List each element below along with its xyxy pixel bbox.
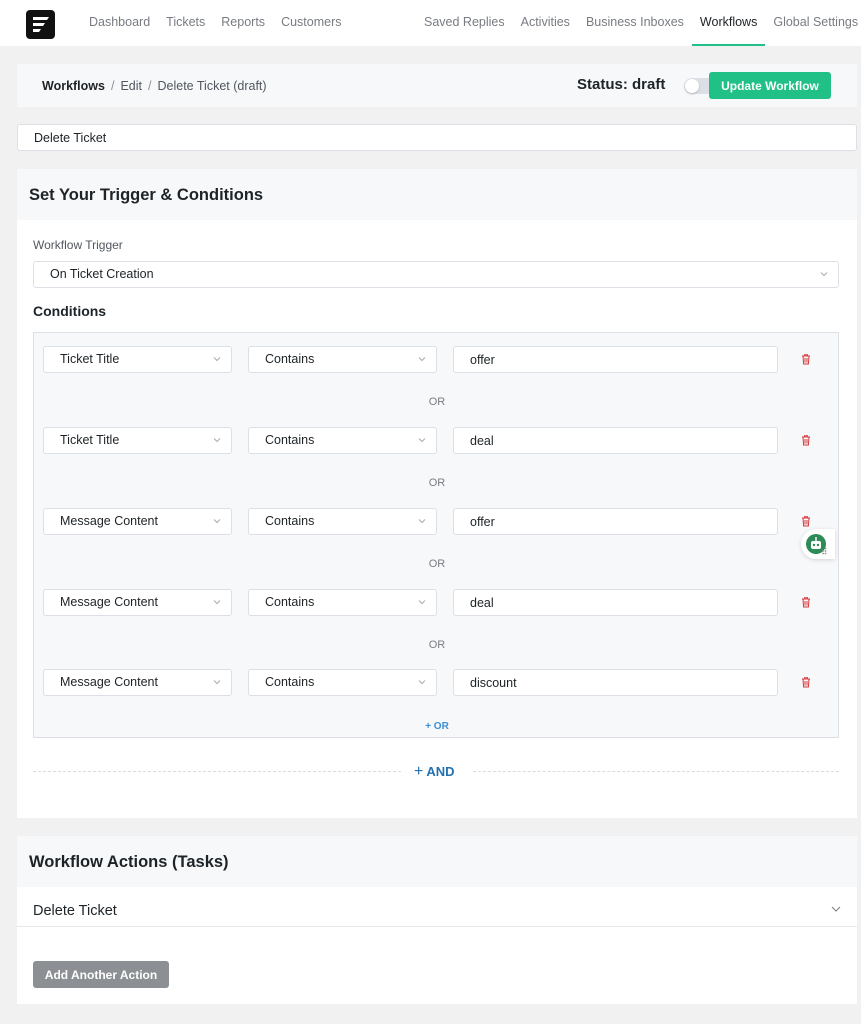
workflow-title-input[interactable] <box>17 124 857 151</box>
breadcrumb: Workflows / Edit / Delete Ticket (draft) <box>42 79 267 93</box>
nav-tickets[interactable]: Tickets <box>158 0 213 46</box>
condition-operator-select[interactable]: Contains <box>248 589 437 616</box>
or-separator: OR <box>428 558 446 570</box>
nav-global-settings[interactable]: Global Settings <box>765 0 861 46</box>
workflow-trigger-value: On Ticket Creation <box>50 267 154 281</box>
status-label: Status: draft <box>577 76 666 93</box>
action-item-label: Delete Ticket <box>33 903 117 919</box>
breadcrumb-separator: / <box>148 79 152 93</box>
trash-icon[interactable] <box>800 353 812 365</box>
top-navigation: Dashboard Tickets Reports Customers Save… <box>0 0 861 46</box>
chevron-down-icon <box>831 906 841 912</box>
assistant-widget[interactable] <box>801 529 835 559</box>
condition-operator-value: Contains <box>265 352 315 366</box>
condition-operator-select[interactable]: Contains <box>248 508 437 535</box>
trash-icon[interactable] <box>800 596 812 608</box>
conditions-group: Ticket Title Contains OR Ticket Title Co… <box>33 332 839 738</box>
chevron-down-icon <box>418 438 426 443</box>
toggle-knob <box>685 79 699 93</box>
chevron-down-icon <box>418 600 426 605</box>
actions-section-title: Workflow Actions (Tasks) <box>17 836 857 887</box>
and-divider-line <box>473 771 839 772</box>
workflow-actions-card: Workflow Actions (Tasks) Delete Ticket A… <box>17 836 857 1004</box>
chevron-down-icon <box>418 519 426 524</box>
condition-field-select[interactable]: Ticket Title <box>43 427 232 454</box>
workflow-trigger-select[interactable]: On Ticket Creation <box>33 261 839 288</box>
condition-operator-select[interactable]: Contains <box>248 669 437 696</box>
chevron-down-icon <box>213 600 221 605</box>
add-and-label: AND <box>426 764 455 779</box>
condition-operator-value: Contains <box>265 675 315 689</box>
conditions-title: Conditions <box>33 303 107 319</box>
nav-business-inboxes[interactable]: Business Inboxes <box>578 0 692 46</box>
or-separator: OR <box>428 396 446 408</box>
chevron-down-icon <box>820 272 828 277</box>
condition-operator-select[interactable]: Contains <box>248 427 437 454</box>
trigger-section-title: Set Your Trigger & Conditions <box>17 169 857 220</box>
or-separator: OR <box>428 477 446 489</box>
condition-operator-value: Contains <box>265 433 315 447</box>
trash-icon[interactable] <box>800 676 812 688</box>
condition-field-value: Message Content <box>60 595 158 609</box>
and-divider-line <box>33 771 401 772</box>
condition-value-input[interactable] <box>453 589 778 616</box>
chevron-down-icon <box>213 357 221 362</box>
nav-reports[interactable]: Reports <box>213 0 273 46</box>
condition-operator-value: Contains <box>265 595 315 609</box>
condition-field-select[interactable]: Ticket Title <box>43 346 232 373</box>
update-workflow-button[interactable]: Update Workflow <box>709 72 831 99</box>
condition-field-value: Message Content <box>60 675 158 689</box>
nav-workflows[interactable]: Workflows <box>691 0 766 46</box>
trash-icon[interactable] <box>800 515 812 527</box>
add-another-action-button[interactable]: Add Another Action <box>33 961 169 988</box>
nav-saved-replies[interactable]: Saved Replies <box>416 0 513 46</box>
condition-operator-select[interactable]: Contains <box>248 346 437 373</box>
condition-value-input[interactable] <box>453 427 778 454</box>
logo-mark-icon <box>33 17 49 32</box>
chevron-down-icon <box>418 357 426 362</box>
add-and-condition-button[interactable]: + AND <box>414 763 455 781</box>
condition-field-select[interactable]: Message Content <box>43 508 232 535</box>
condition-value-input[interactable] <box>453 346 778 373</box>
trash-icon[interactable] <box>800 434 812 446</box>
nav-customers[interactable]: Customers <box>273 0 349 46</box>
condition-operator-value: Contains <box>265 514 315 528</box>
condition-value-input[interactable] <box>453 669 778 696</box>
breadcrumb-current: Delete Ticket (draft) <box>157 79 267 93</box>
chevron-down-icon <box>213 680 221 685</box>
app-logo[interactable] <box>26 10 55 39</box>
or-separator: OR <box>428 639 446 651</box>
chevron-down-icon <box>213 519 221 524</box>
condition-field-select[interactable]: Message Content <box>43 669 232 696</box>
chevron-down-icon <box>213 438 221 443</box>
trigger-conditions-card: Set Your Trigger & Conditions Workflow T… <box>17 169 857 818</box>
plus-icon: + <box>414 763 424 780</box>
robot-icon <box>806 534 827 555</box>
nav-dashboard[interactable]: Dashboard <box>81 0 158 46</box>
breadcrumb-workflows[interactable]: Workflows <box>42 79 105 93</box>
and-divider: + AND <box>33 763 839 781</box>
action-item-delete-ticket[interactable]: Delete Ticket <box>17 887 857 927</box>
condition-field-select[interactable]: Message Content <box>43 589 232 616</box>
condition-value-input[interactable] <box>453 508 778 535</box>
nav-activities[interactable]: Activities <box>513 0 578 46</box>
condition-field-value: Ticket Title <box>60 352 120 366</box>
workflow-trigger-label: Workflow Trigger <box>33 238 123 252</box>
condition-field-value: Message Content <box>60 514 158 528</box>
condition-field-value: Ticket Title <box>60 433 120 447</box>
breadcrumb-edit[interactable]: Edit <box>120 79 142 93</box>
breadcrumb-separator: / <box>110 79 115 93</box>
chevron-down-icon <box>418 680 426 685</box>
add-or-condition-button[interactable]: + OR <box>34 721 840 732</box>
